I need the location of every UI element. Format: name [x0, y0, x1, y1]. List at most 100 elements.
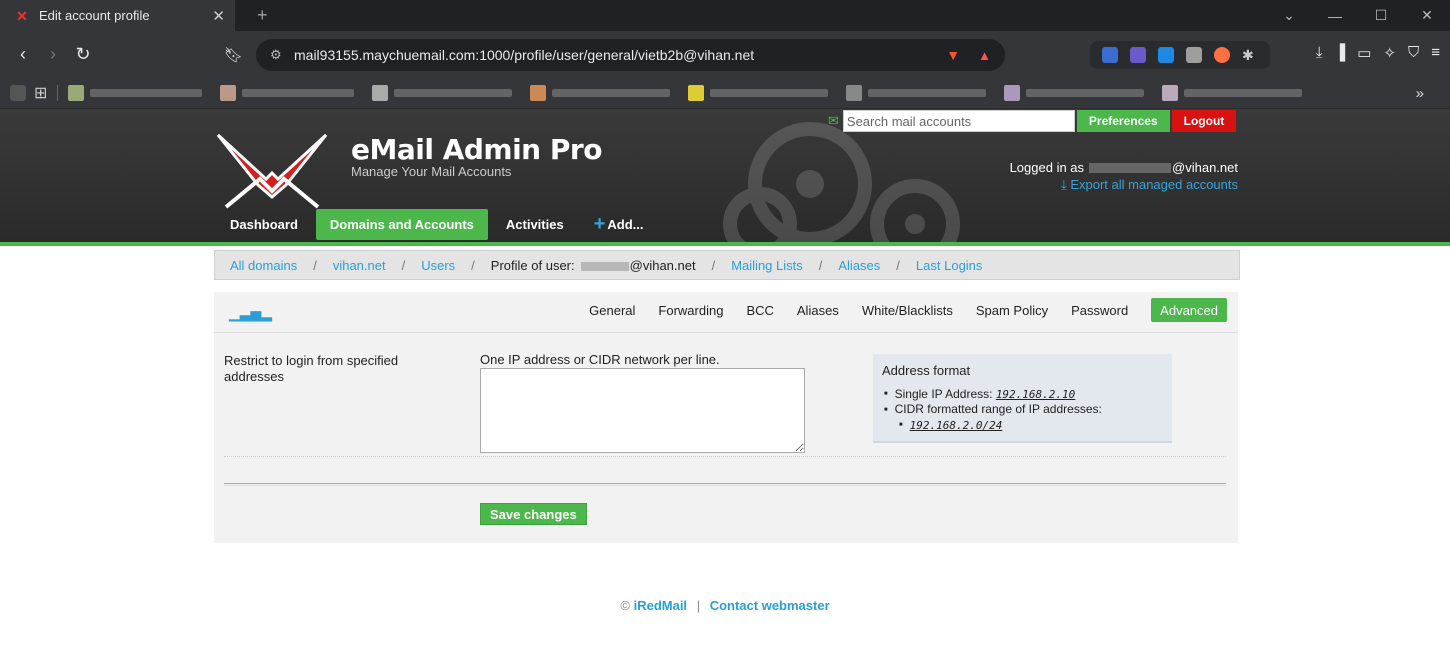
profile-prefix: Profile of user:	[490, 257, 575, 273]
close-tab-icon[interactable]: ✕	[212, 7, 225, 25]
dotted-divider	[224, 456, 1226, 457]
breadcrumb-aliases[interactable]: Aliases	[838, 258, 880, 273]
tab-aliases[interactable]: Aliases	[797, 298, 839, 322]
bookmarks-bar: ⊞ »	[0, 77, 1450, 109]
export-label: Export all managed accounts	[1070, 177, 1238, 192]
minimize-icon[interactable]: —	[1312, 8, 1358, 24]
statistics-chart-icon[interactable]: ▁▃▅▂	[229, 305, 272, 322]
bookmark-item[interactable]	[1162, 84, 1303, 101]
plus-icon: +	[593, 213, 606, 235]
bookmark-item[interactable]	[220, 84, 355, 101]
page-footer: © iRedMail | Contact webmaster	[0, 598, 1450, 613]
reload-icon[interactable]: ↻	[68, 44, 98, 65]
breadcrumb-domain[interactable]: vihan.net	[333, 258, 386, 273]
tab-white-blacklists[interactable]: White/Blacklists	[862, 298, 953, 322]
breadcrumb-separator: /	[711, 257, 716, 273]
download-icon[interactable]: ⤓	[1316, 44, 1323, 62]
bookmark-item[interactable]	[1004, 84, 1145, 101]
list-item-continued: 192.168.2.0/24	[882, 418, 1163, 433]
nav-add-label: Add...	[607, 217, 644, 232]
tab-search-icon[interactable]: ⌄	[1266, 7, 1312, 24]
tab-spam-policy[interactable]: Spam Policy	[976, 298, 1048, 322]
nav-activities[interactable]: Activities	[494, 209, 576, 240]
redacted-username	[1089, 162, 1172, 173]
address-format-list: Single IP Address: 192.168.2.10 CIDR for…	[882, 387, 1163, 433]
bookmark-folder-icon[interactable]	[10, 84, 26, 101]
more-bookmarks-icon[interactable]: »	[1416, 85, 1424, 102]
tab-general[interactable]: General	[589, 298, 635, 322]
brand-title: eMail Admin Pro	[351, 133, 602, 166]
nav-add[interactable]: + Add...	[582, 209, 656, 240]
main-nav: Dashboard Domains and Accounts Activitie…	[218, 209, 662, 240]
cidr-label: CIDR formatted range of IP addresses:	[894, 402, 1102, 417]
bookmark-item[interactable]	[846, 84, 987, 101]
brave-rewards-icon[interactable]: ▲	[978, 48, 991, 63]
bookmark-item[interactable]	[68, 84, 203, 101]
vpn-shield-icon[interactable]: ⛉	[1408, 44, 1419, 62]
extension-icon[interactable]	[1158, 47, 1174, 63]
allowed-ip-textarea[interactable]	[480, 368, 805, 453]
breadcrumb: All domains / vihan.net / Users / Profil…	[214, 250, 1240, 280]
tab-advanced[interactable]: Advanced	[1151, 298, 1227, 322]
site-favicon-icon: ✕	[16, 7, 28, 24]
breadcrumb-mailing-lists[interactable]: Mailing Lists	[731, 258, 803, 273]
bookmark-icon[interactable]: 🔖︎	[224, 46, 243, 64]
extension-icon[interactable]	[1102, 47, 1118, 63]
leo-ai-icon[interactable]: ✧	[1383, 44, 1396, 62]
contact-webmaster-link[interactable]: Contact webmaster	[710, 598, 830, 613]
iredmail-link[interactable]: iRedMail	[634, 598, 687, 613]
tab-forwarding[interactable]: Forwarding	[658, 298, 723, 322]
maximize-icon[interactable]: ☐	[1358, 7, 1404, 24]
url-text[interactable]: mail93155.maychuemail.com:1000/profile/u…	[292, 47, 932, 63]
tab-password[interactable]: Password	[1071, 298, 1128, 322]
breadcrumb-separator: /	[818, 257, 823, 273]
breadcrumb-users[interactable]: Users	[421, 258, 455, 273]
tab-title: Edit account profile	[39, 8, 150, 23]
close-window-icon[interactable]: ✕	[1404, 7, 1450, 24]
wallet-icon[interactable]: ▭	[1357, 44, 1371, 62]
browser-right-tools: ⤓ ▐ ▭ ✧ ⛉ ≡	[1316, 44, 1440, 62]
footer-separator: |	[696, 598, 701, 613]
search-icon: ✉	[828, 113, 839, 128]
bookmark-item[interactable]	[688, 84, 829, 101]
extension-icon[interactable]	[1214, 47, 1230, 63]
back-icon[interactable]: ‹	[8, 44, 38, 65]
site-info-icon[interactable]: ⚙	[270, 47, 292, 63]
logged-in-label: Logged in as	[1009, 160, 1085, 175]
breadcrumb-last-logins[interactable]: Last Logins	[916, 258, 983, 273]
forward-icon[interactable]: ›	[38, 44, 68, 65]
nav-dashboard[interactable]: Dashboard	[218, 209, 310, 240]
browser-tabbar: ✕ Edit account profile ✕ + ⌄ — ☐ ✕	[0, 0, 1450, 31]
export-accounts-link[interactable]: ⤓ Export all managed accounts	[1061, 177, 1238, 193]
sidebar-icon[interactable]: ▐	[1335, 44, 1346, 62]
extension-icon[interactable]	[1130, 47, 1146, 63]
address-format-box: Address format Single IP Address: 192.16…	[873, 354, 1172, 443]
copyright-symbol: ©	[620, 598, 630, 613]
preferences-button[interactable]: Preferences	[1076, 110, 1170, 132]
breadcrumb-all-domains[interactable]: All domains	[230, 258, 297, 273]
logout-button[interactable]: Logout	[1171, 110, 1237, 132]
camera-extension-icon[interactable]	[1186, 47, 1202, 63]
bookmark-item[interactable]	[530, 84, 671, 101]
cidr-example: 192.168.2.0/24	[909, 418, 1003, 432]
new-tab-icon[interactable]: +	[257, 5, 268, 26]
list-item: CIDR formatted range of IP addresses:	[882, 402, 1163, 417]
single-ip-example: 192.168.2.10	[995, 388, 1076, 401]
browser-tab[interactable]: ✕ Edit account profile ✕	[0, 0, 235, 31]
address-format-title: Address format	[882, 363, 971, 378]
tab-bcc[interactable]: BCC	[746, 298, 773, 322]
apps-grid-icon[interactable]: ⊞	[34, 83, 47, 103]
form-divider	[224, 483, 1226, 486]
brave-shields-icon[interactable]: ▼	[946, 47, 960, 63]
nav-domains-and-accounts[interactable]: Domains and Accounts	[315, 209, 488, 240]
puzzle-icon[interactable]: ✱	[1242, 47, 1258, 63]
window-controls: ⌄ — ☐ ✕	[1266, 0, 1450, 31]
list-item: Single IP Address: 192.168.2.10	[882, 387, 1163, 402]
address-bar[interactable]: ⚙ mail93155.maychuemail.com:1000/profile…	[256, 39, 1005, 71]
bookmark-item[interactable]	[372, 84, 513, 101]
menu-icon[interactable]: ≡	[1431, 44, 1440, 62]
search-bar: ✉ Preferences Logout	[828, 110, 1237, 132]
search-input[interactable]	[842, 110, 1075, 132]
save-changes-button[interactable]: Save changes	[480, 503, 587, 525]
breadcrumb-separator: /	[313, 257, 317, 273]
